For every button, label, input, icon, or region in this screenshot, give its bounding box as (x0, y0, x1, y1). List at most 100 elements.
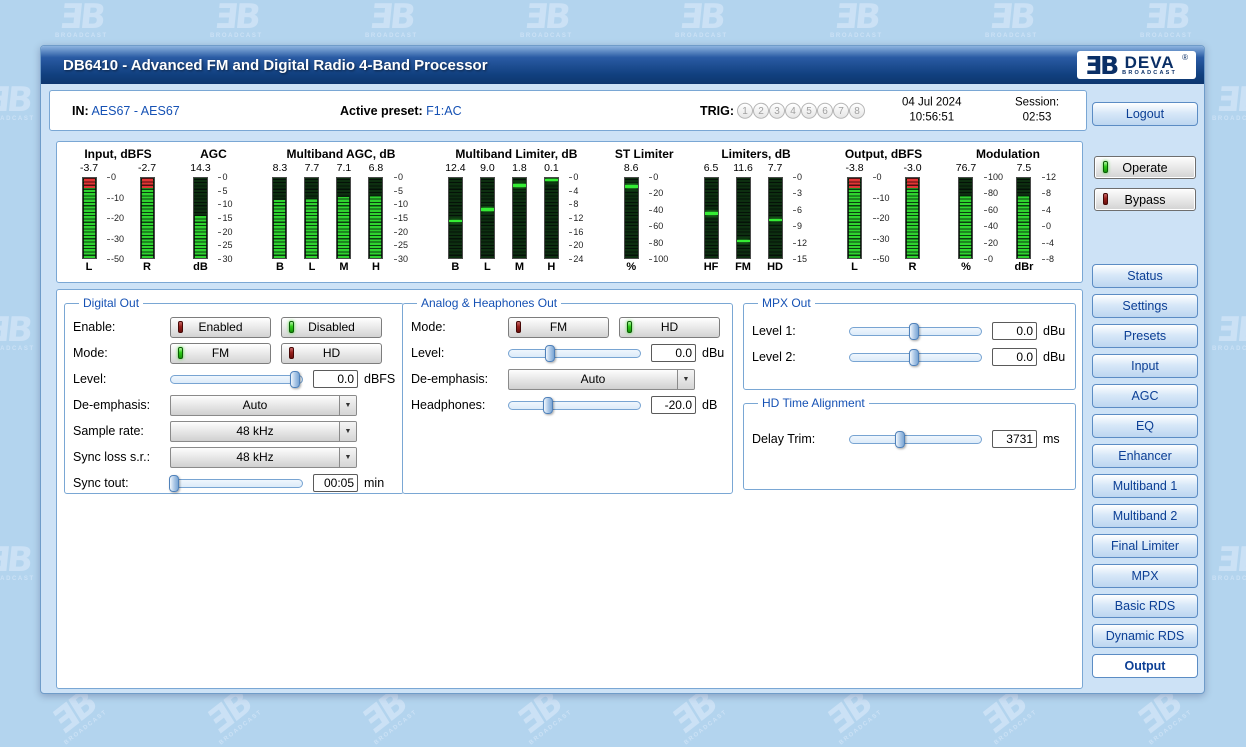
red-led-indicator (516, 321, 521, 333)
field-row: Level:dBu (411, 340, 724, 366)
level-slider[interactable] (170, 375, 303, 384)
nav-item-enhancer[interactable]: Enhancer (1092, 444, 1198, 468)
deva-watermark: ƎBBROADCAST (0, 85, 35, 122)
nav-item-multiband-2[interactable]: Multiband 2 (1092, 504, 1198, 528)
bypass-button[interactable]: Bypass (1094, 188, 1196, 211)
deva-watermark: ƎBBROADCAST (0, 315, 35, 352)
scale-tick: 5 (218, 186, 227, 196)
slider-handle[interactable] (909, 323, 919, 340)
level-2-value-input[interactable] (992, 348, 1037, 366)
level-slider[interactable] (508, 349, 641, 358)
level-value-input[interactable] (313, 370, 358, 388)
operate-button[interactable]: Operate (1094, 156, 1196, 179)
scale-tick: -4 (1042, 238, 1054, 248)
scale-tick: 60 (649, 221, 663, 231)
meter-column: -2.7R (131, 162, 163, 275)
trig-button-4[interactable]: 4 (785, 103, 801, 119)
scale-tick: -20 (107, 213, 124, 223)
field-label: Level: (73, 372, 170, 386)
trig-button-5[interactable]: 5 (801, 103, 817, 119)
deva-watermark: ƎBBROADCAST (830, 2, 883, 39)
meter-red-zone (849, 178, 860, 188)
field-row: Mode:FMHD (73, 340, 395, 366)
meter-peak-line (545, 179, 558, 182)
delay-trim-slider[interactable] (849, 435, 982, 444)
nav-item-dynamic-rds[interactable]: Dynamic RDS (1092, 624, 1198, 648)
meter-value: 8.6 (624, 162, 639, 177)
right-column: Logout Operate Bypass Status Settings Pres… (1089, 46, 1201, 693)
sync-tout-slider[interactable] (170, 479, 303, 488)
meter-bar (905, 177, 920, 259)
de-emphasis-select[interactable]: Auto▼ (170, 395, 357, 416)
slider-handle[interactable] (895, 431, 905, 448)
meter-value: 7.5 (1017, 162, 1032, 177)
nav-item-agc[interactable]: AGC (1092, 384, 1198, 408)
de-emphasis-select[interactable]: Auto▼ (508, 369, 695, 390)
nav-item-settings[interactable]: Settings (1092, 294, 1198, 318)
slider-handle[interactable] (290, 371, 300, 388)
meter-bar-label: % (626, 261, 636, 275)
meter-bar-label: B (276, 261, 284, 275)
scale-tick: 0 (649, 172, 658, 182)
meter-column: -3.8L (839, 162, 871, 275)
trig-button-1[interactable]: 1 (737, 103, 753, 119)
level-1-value-input[interactable] (992, 322, 1037, 340)
scale-tick: 40 (984, 221, 998, 231)
operate-led-indicator (1103, 161, 1108, 173)
meter-scale: 12840-4-8 (1040, 162, 1066, 275)
nav-item-eq[interactable]: EQ (1092, 414, 1198, 438)
fm-button[interactable]: FM (508, 317, 609, 338)
disabled-button[interactable]: Disabled (281, 317, 382, 338)
meter-fill (274, 200, 285, 258)
scale-tick: 0 (984, 254, 993, 264)
level-1-slider[interactable] (849, 327, 982, 336)
slider-handle[interactable] (545, 345, 555, 362)
level-2-slider[interactable] (849, 353, 982, 362)
hd-button[interactable]: HD (281, 343, 382, 364)
meter-column: 7.7HD (759, 162, 791, 275)
sample-rate-select[interactable]: 48 kHz▼ (170, 421, 357, 442)
main-panel: Digital OutEnable:EnabledDisabledMode:FM… (56, 289, 1083, 689)
delay-trim-value-input[interactable] (992, 430, 1037, 448)
trig-button-3[interactable]: 3 (769, 103, 785, 119)
headphones-value-input[interactable] (651, 396, 696, 414)
meters-panel: Input, dBFS-3.7L 0-10-20-30-50 -2.7RAGC1… (56, 141, 1083, 283)
nav-item-status[interactable]: Status (1092, 264, 1198, 288)
level-value-input[interactable] (651, 344, 696, 362)
logout-button[interactable]: Logout (1092, 102, 1198, 126)
enabled-button[interactable]: Enabled (170, 317, 271, 338)
meter-title: Limiters, dB (721, 147, 790, 161)
field-row: Level:dBFS (73, 366, 395, 392)
fm-button[interactable]: FM (170, 343, 271, 364)
nav-item-multiband-1[interactable]: Multiband 1 (1092, 474, 1198, 498)
title-bar: DB6410 - Advanced FM and Digital Radio 4… (41, 46, 1204, 84)
headphones-slider[interactable] (508, 401, 641, 410)
slider-handle[interactable] (909, 349, 919, 366)
slider-handle[interactable] (169, 475, 179, 492)
hd-button[interactable]: HD (619, 317, 720, 338)
nav-item-mpx[interactable]: MPX (1092, 564, 1198, 588)
trig-button-6[interactable]: 6 (817, 103, 833, 119)
scale-tick: 25 (394, 240, 408, 250)
trig-button-7[interactable]: 7 (833, 103, 849, 119)
meter-value: 7.7 (305, 162, 320, 177)
trig-button-2[interactable]: 2 (753, 103, 769, 119)
meter-scale: 051015202530 (216, 162, 242, 275)
sync-loss-sr-select[interactable]: 48 kHz▼ (170, 447, 357, 468)
sync-tout-value-input[interactable] (313, 474, 358, 492)
trig-button-8[interactable]: 8 (849, 103, 865, 119)
green-led-indicator (289, 321, 294, 333)
slider-handle[interactable] (543, 397, 553, 414)
nav-item-final-limiter[interactable]: Final Limiter (1092, 534, 1198, 558)
meter-bar (272, 177, 287, 259)
app-window: DB6410 - Advanced FM and Digital Radio 4… (40, 45, 1205, 694)
scale-tick: 20 (394, 227, 408, 237)
meter-column: 12.4B (439, 162, 471, 275)
meter-value: 7.7 (768, 162, 783, 177)
nav-item-output[interactable]: Output (1092, 654, 1198, 678)
meter-bar-label: FM (735, 261, 751, 275)
nav-item-basic-rds[interactable]: Basic RDS (1092, 594, 1198, 618)
nav-item-presets[interactable]: Presets (1092, 324, 1198, 348)
meter-title: Modulation (976, 147, 1040, 161)
nav-item-input[interactable]: Input (1092, 354, 1198, 378)
